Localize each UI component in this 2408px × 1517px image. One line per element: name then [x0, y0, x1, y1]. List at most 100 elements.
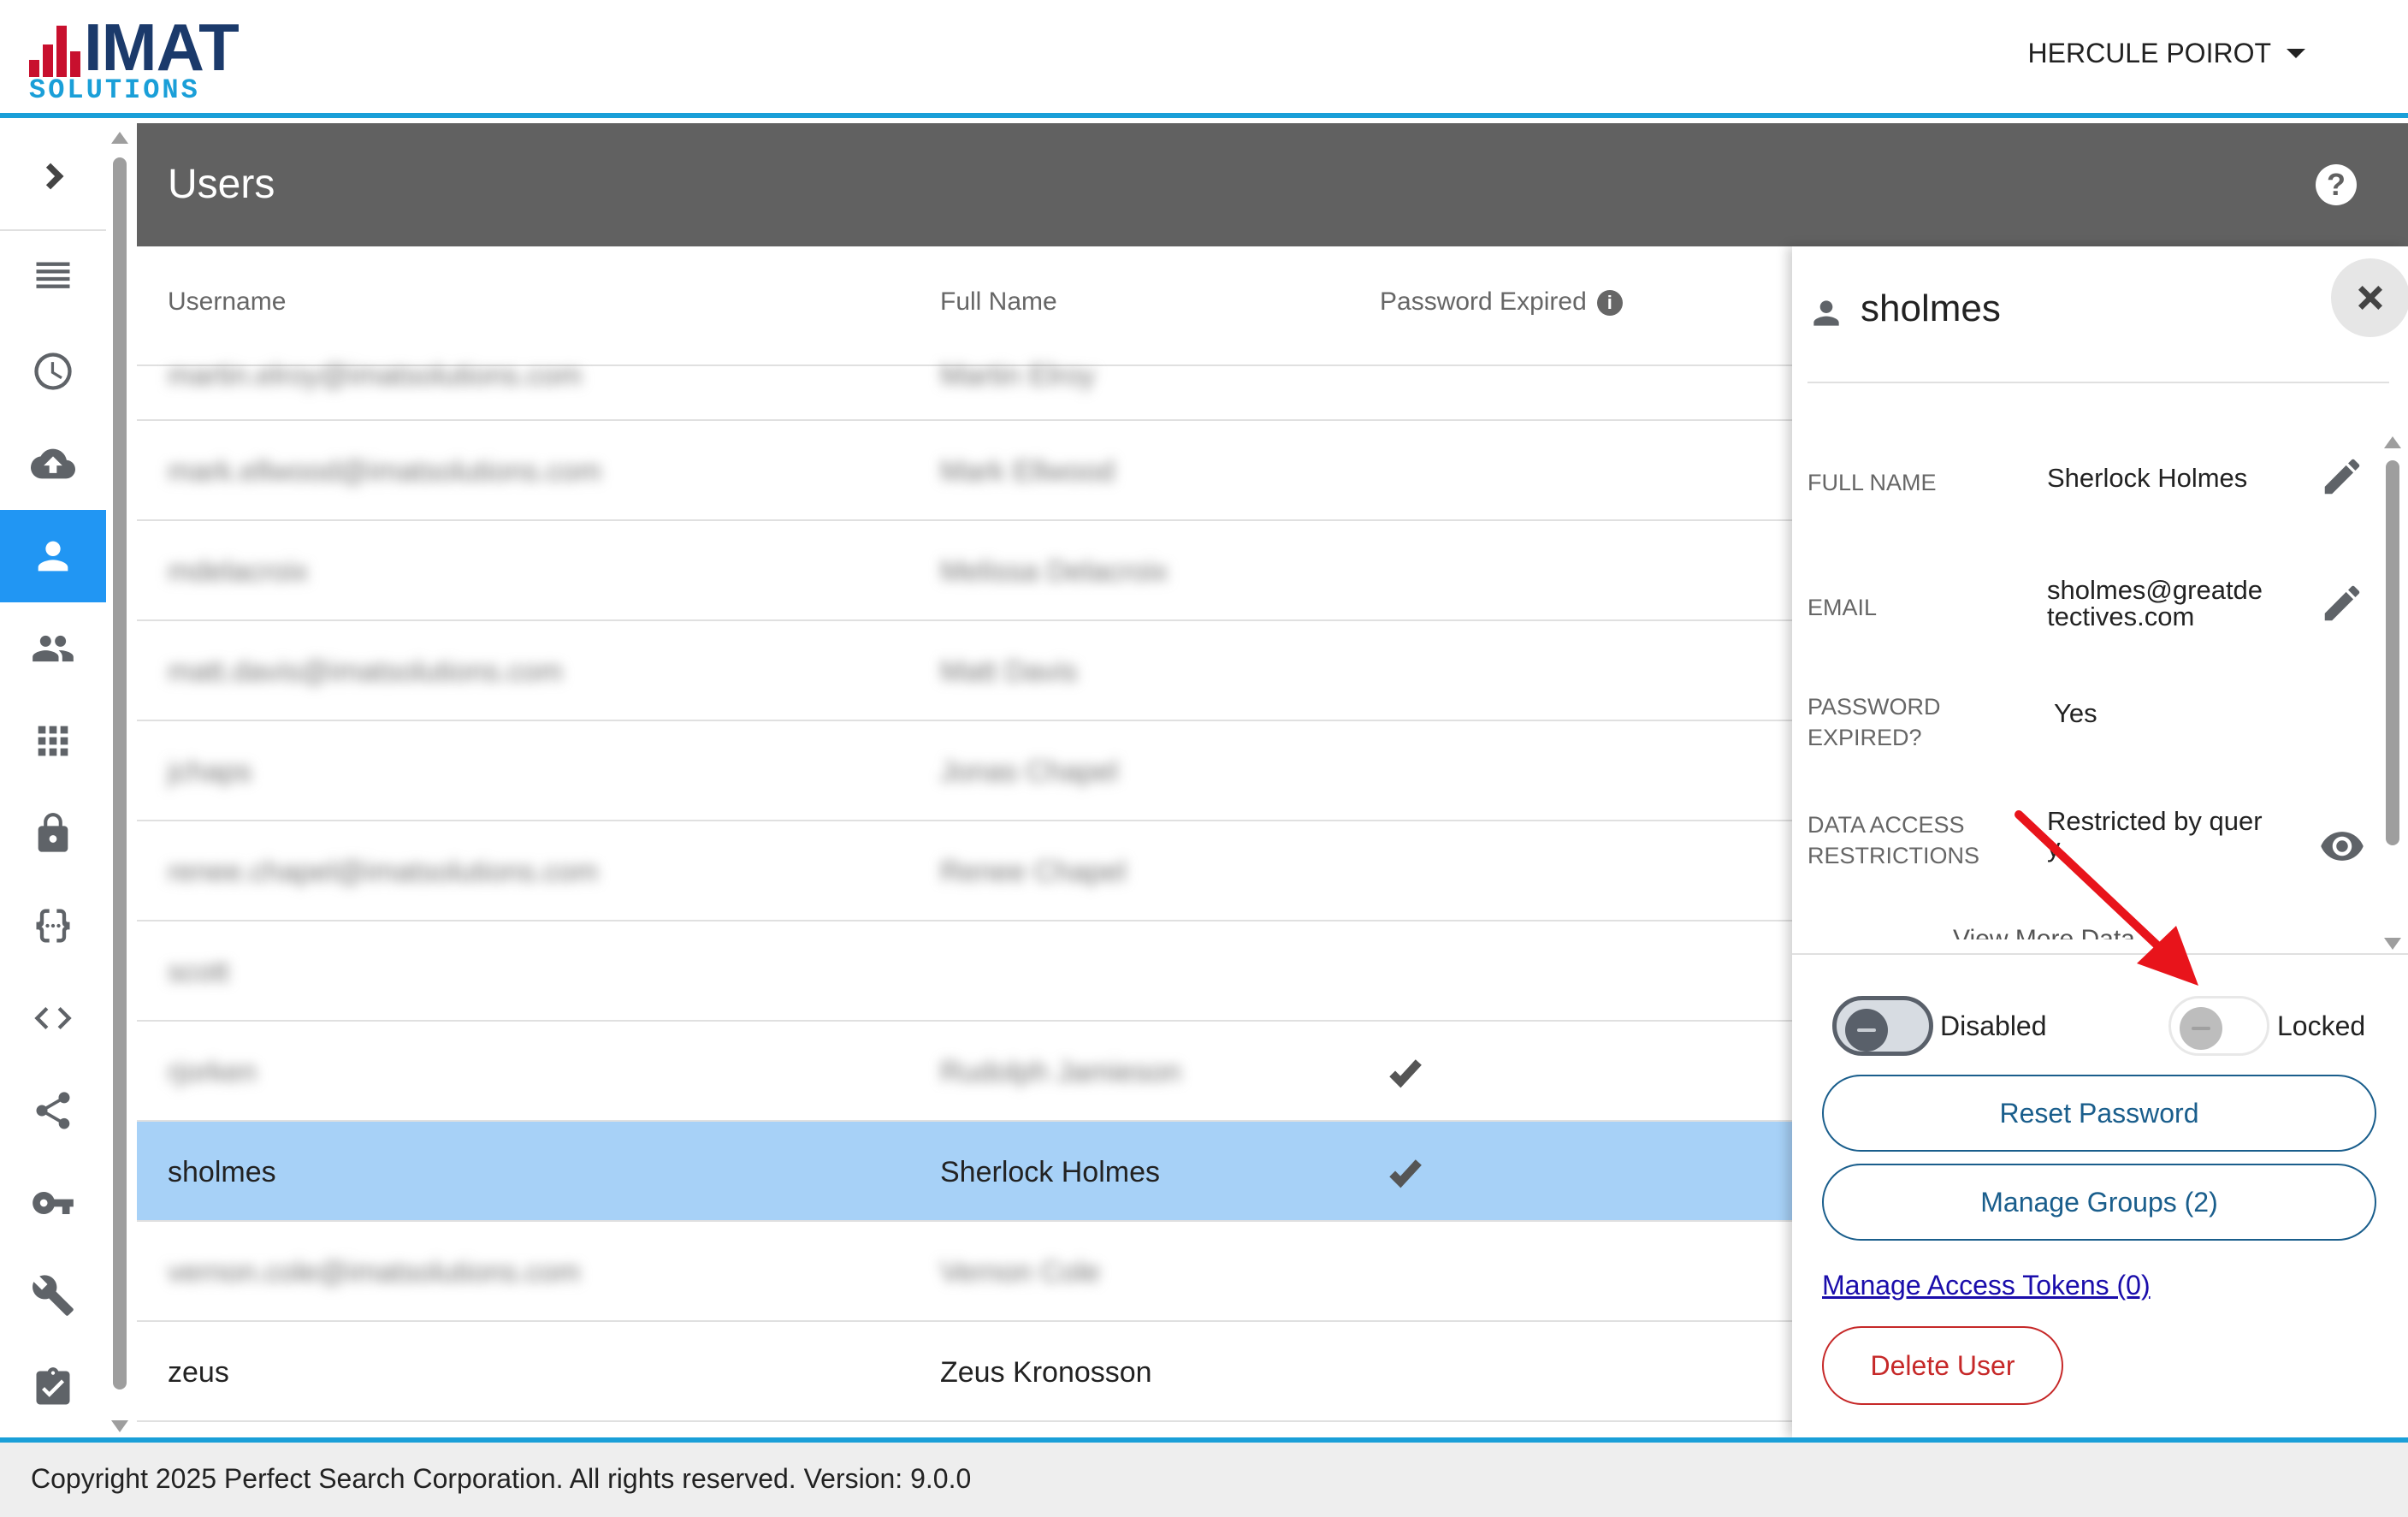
table-row[interactable]: jchaps Jonas Chapel — [137, 721, 1792, 821]
sidebar-item-keys[interactable] — [0, 1157, 106, 1249]
table-row[interactable]: matt.davis@imatsolutions.com Matt Davis — [137, 621, 1792, 721]
username-cell: sholmes — [168, 1156, 276, 1188]
full-name-cell: Matt Davis — [940, 655, 1078, 688]
full-name-cell: Sherlock Holmes — [940, 1156, 1160, 1188]
table-row[interactable]: mdelacroix Melissa Delacroix — [137, 521, 1792, 621]
clipboard-check-icon — [36, 1367, 70, 1405]
username-cell: matt.davis@imatsolutions.com — [168, 655, 563, 688]
list-icon — [36, 262, 70, 288]
table-row[interactable]: vernon.cole@imatsolutions.com Vernon Cole — [137, 1222, 1792, 1322]
scrollbar-thumb[interactable] — [113, 157, 127, 1390]
help-icon[interactable]: ? — [2316, 164, 2357, 205]
panel-divider — [1792, 953, 2408, 955]
sidebar-item-upload[interactable] — [0, 418, 106, 510]
data-access-label-line2: RESTRICTIONS — [1807, 843, 1980, 868]
pencil-icon — [2324, 585, 2360, 621]
sidebar-item-history[interactable] — [0, 325, 106, 418]
users-table: Username Full Name Password Expired i mar… — [137, 246, 1792, 1437]
scrollbar-thumb[interactable] — [2386, 460, 2399, 845]
grid-icon — [38, 726, 68, 756]
eye-icon — [2321, 832, 2364, 861]
imat-logo[interactable]: IMAT SOLUTIONS — [29, 9, 269, 104]
username-cell: rjorken — [168, 1056, 257, 1088]
username-cell: renee.chapel@imatsolutions.com — [168, 856, 599, 888]
cloud-upload-icon — [31, 448, 75, 479]
user-menu[interactable]: HERCULE POIROT — [2028, 38, 2305, 69]
full-name-cell: Renee Chapel — [940, 856, 1127, 888]
panel-scrollbar[interactable] — [2384, 428, 2401, 950]
password-expired-label-line2: EXPIRED? — [1807, 725, 1922, 750]
full-name-label: FULL NAME — [1807, 470, 1937, 495]
code-icon — [34, 1007, 72, 1029]
column-header-username[interactable]: Username — [168, 287, 286, 317]
reset-password-button[interactable]: Reset Password — [1822, 1075, 2376, 1152]
info-icon[interactable]: i — [1596, 290, 1623, 317]
sidebar-item-apps[interactable] — [0, 695, 106, 787]
scroll-down-arrow-icon[interactable] — [111, 1420, 128, 1432]
app-header: IMAT SOLUTIONS HERCULE POIROT — [0, 0, 2408, 118]
close-icon — [2358, 285, 2383, 311]
table-row[interactable]: rjorken Rudolph Jamieson — [137, 1022, 1792, 1122]
sidebar-item-tools[interactable] — [0, 1249, 106, 1342]
full-name-cell: Martin Elroy — [940, 359, 1096, 392]
manage-access-tokens-link[interactable]: Manage Access Tokens (0) — [1822, 1270, 2151, 1301]
wrench-icon — [33, 1275, 74, 1316]
sidebar-item-share[interactable] — [0, 1064, 106, 1157]
manage-groups-button[interactable]: Manage Groups (2) — [1822, 1164, 2376, 1241]
scroll-up-arrow-icon[interactable] — [2384, 436, 2401, 448]
caret-down-icon — [2287, 49, 2305, 58]
sidebar — [0, 123, 137, 1437]
column-header-full-name[interactable]: Full Name — [940, 287, 1057, 317]
logo-word: IMAT — [84, 9, 240, 85]
checkmark-icon — [1386, 1052, 1425, 1092]
toggle-knob — [1845, 1009, 1888, 1052]
full-name-cell: Zeus Kronosson — [940, 1356, 1152, 1389]
user-name: HERCULE POIROT — [2027, 38, 2271, 68]
logo-bars-icon — [29, 17, 84, 77]
table-row[interactable]: sholmes Sherlock Holmes — [137, 1122, 1792, 1222]
full-name-cell: Vernon Cole — [940, 1256, 1101, 1289]
locked-toggle[interactable] — [2168, 996, 2269, 1056]
username-cell: martin.elroy@imatsolutions.com — [168, 359, 583, 392]
edit-email-button[interactable] — [2319, 580, 2365, 626]
close-panel-button[interactable] — [2331, 258, 2408, 337]
view-restrictions-button[interactable] — [2319, 823, 2365, 869]
group-icon — [33, 635, 74, 662]
scroll-down-arrow-icon[interactable] — [2384, 938, 2401, 950]
sidebar-scrollbar[interactable] — [111, 132, 128, 1432]
panel-header: sholmes — [1807, 246, 2408, 383]
sidebar-item-users[interactable] — [0, 510, 106, 602]
column-header-password-expired[interactable]: Password Expired i — [1380, 287, 1623, 317]
copyright-text: Copyright 2025 Perfect Search Corporatio… — [31, 1463, 972, 1494]
cutoff-field-text: View More Data — [1953, 925, 2135, 939]
user-detail-panel: sholmes FULL NAME Sherlock Holmes EMAIL … — [1792, 246, 2408, 1437]
panel-username: sholmes — [1861, 287, 2001, 329]
scroll-up-arrow-icon[interactable] — [111, 132, 128, 144]
password-expired-value: Yes — [2054, 698, 2097, 728]
username-cell: vernon.cole@imatsolutions.com — [168, 1256, 581, 1289]
full-name-cell: Jonas Chapel — [940, 756, 1118, 788]
table-row[interactable]: martin.elroy@imatsolutions.com Martin Elr… — [137, 353, 1792, 421]
disabled-toggle[interactable] — [1832, 996, 1933, 1056]
sidebar-item-variables[interactable] — [0, 880, 106, 972]
edit-full-name-button[interactable] — [2319, 453, 2365, 500]
sidebar-item-code[interactable] — [0, 972, 106, 1064]
table-row[interactable]: mark.ellwood@imatsolutions.com Mark Ellwo… — [137, 421, 1792, 521]
sidebar-item-list[interactable] — [0, 233, 106, 325]
braces-icon — [36, 909, 70, 943]
table-row[interactable]: zeus Zeus Kronosson — [137, 1322, 1792, 1422]
password-expired-label-line1: PASSWORD — [1807, 694, 1941, 720]
sidebar-item-tasks[interactable] — [0, 1342, 106, 1434]
table-row[interactable]: renee.chapel@imatsolutions.com Renee Chap… — [137, 821, 1792, 921]
username-cell: jchaps — [168, 756, 252, 788]
username-cell: scott — [168, 956, 229, 988]
sidebar-toggle[interactable] — [0, 123, 106, 231]
pencil-icon — [2324, 459, 2360, 495]
sidebar-item-groups[interactable] — [0, 602, 106, 695]
sidebar-item-security[interactable] — [0, 787, 106, 880]
username-cell: mdelacroix — [168, 555, 309, 588]
table-row[interactable]: scott — [137, 921, 1792, 1022]
email-value: sholmes@greatde tectives.com — [2047, 577, 2263, 630]
delete-user-button[interactable]: Delete User — [1822, 1326, 2063, 1405]
person-icon — [38, 541, 68, 572]
